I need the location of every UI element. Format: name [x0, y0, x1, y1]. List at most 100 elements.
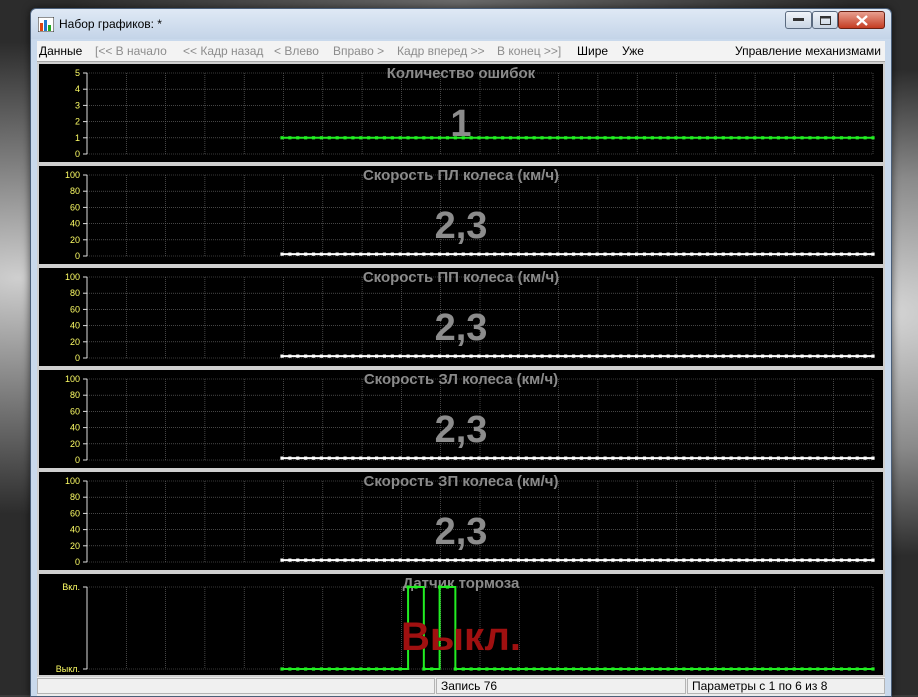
- data-point: [745, 136, 749, 140]
- y-tick-label: 0: [75, 251, 80, 261]
- data-point: [579, 456, 584, 460]
- title-bar[interactable]: Набор графиков: *: [31, 9, 891, 39]
- data-point: [690, 558, 694, 562]
- data-point: [453, 667, 457, 671]
- current-value: 2,3: [435, 307, 488, 349]
- chart-panel-0[interactable]: 5 4 3 2 1 0 Количество ошибок 1: [37, 62, 885, 164]
- data-point: [319, 456, 323, 460]
- data-point: [493, 354, 497, 358]
- data-point: [390, 558, 394, 562]
- data-point: [414, 354, 418, 358]
- menu-item-4[interactable]: Вправо >: [333, 44, 384, 58]
- minimize-button[interactable]: [785, 11, 812, 29]
- data-point: [556, 354, 560, 358]
- data-point: [390, 354, 394, 358]
- chart-panel-5[interactable]: Вкл. Выкл. Датчик тормоза Выкл.: [37, 572, 885, 677]
- data-point: [705, 667, 710, 671]
- status-cell-empty: [37, 678, 435, 694]
- data-point: [296, 136, 300, 140]
- data-point: [516, 354, 520, 358]
- data-point: [374, 136, 379, 140]
- data-point: [658, 456, 662, 460]
- data-point: [311, 667, 316, 671]
- data-point: [705, 354, 710, 358]
- data-point: [792, 667, 796, 671]
- data-point: [288, 667, 292, 671]
- data-point: [548, 667, 552, 671]
- menu-item-5[interactable]: Кадр вперед >>: [397, 44, 485, 58]
- data-point: [721, 667, 725, 671]
- data-point: [619, 252, 623, 256]
- data-point: [493, 136, 497, 140]
- data-point: [682, 354, 686, 358]
- data-point: [855, 667, 859, 671]
- data-point: [808, 456, 812, 460]
- menu-item-mechanisms[interactable]: Управление механизмами: [735, 44, 881, 58]
- chart-panel-4[interactable]: 100 80 60 40 20 0 Скорость ЗП колеса (км/ч) 2,3: [37, 470, 885, 572]
- data-point: [296, 354, 300, 358]
- data-point: [847, 354, 851, 358]
- chart-title: Датчик тормоза: [403, 575, 520, 592]
- data-point: [713, 558, 717, 562]
- data-point: [532, 456, 536, 460]
- data-point: [863, 136, 867, 140]
- data-point: [516, 252, 520, 256]
- data-point: [776, 136, 781, 140]
- data-point: [824, 667, 828, 671]
- data-point: [493, 456, 497, 460]
- data-point: [359, 456, 363, 460]
- menu-item-1[interactable]: [<< В начало: [95, 44, 167, 58]
- chart-title: Скорость ЗЛ колеса (км/ч): [364, 371, 558, 388]
- chart-title: Скорость ПП колеса (км/ч): [363, 269, 559, 286]
- data-point: [438, 456, 442, 460]
- data-point: [674, 252, 678, 256]
- data-point: [619, 667, 623, 671]
- data-point: [729, 354, 733, 358]
- chart-panel-3[interactable]: 100 80 60 40 20 0 Скорость ЗЛ колеса (км/ч) 2,3: [37, 368, 885, 470]
- data-point: [579, 136, 584, 140]
- data-point: [682, 456, 686, 460]
- data-point: [406, 456, 410, 460]
- data-point: [422, 558, 426, 562]
- y-tick-label: 20: [70, 541, 80, 551]
- data-point: [603, 667, 607, 671]
- menu-item-2[interactable]: << Кадр назад: [183, 44, 263, 58]
- data-point: [729, 667, 733, 671]
- data-point: [311, 558, 316, 562]
- y-tick-label: 100: [65, 272, 80, 282]
- menu-item-0[interactable]: Данные: [39, 44, 82, 58]
- data-point: [816, 558, 820, 562]
- data-point: [698, 456, 702, 460]
- chart-panel-2[interactable]: 100 80 60 40 20 0 Скорость ПП колеса (км/ч) 2,3: [37, 266, 885, 368]
- data-point: [611, 354, 615, 358]
- menu-item-7[interactable]: Шире: [577, 44, 608, 58]
- data-point: [422, 667, 426, 671]
- data-point: [445, 456, 450, 460]
- data-point: [792, 252, 796, 256]
- data-point: [304, 456, 308, 460]
- data-point: [390, 252, 394, 256]
- data-point: [280, 354, 284, 358]
- data-point: [839, 456, 844, 460]
- close-button[interactable]: [838, 11, 885, 29]
- maximize-button[interactable]: [812, 11, 838, 29]
- data-point: [374, 354, 379, 358]
- data-point: [548, 456, 552, 460]
- data-point: [808, 558, 812, 562]
- data-point: [761, 136, 765, 140]
- data-point: [532, 558, 536, 562]
- y-tick-label: 1: [75, 133, 80, 143]
- data-point: [422, 136, 426, 140]
- menu-item-8[interactable]: Уже: [622, 44, 644, 58]
- y-tick-label: 5: [75, 68, 80, 78]
- data-point: [367, 558, 371, 562]
- y-tick-label: Вкл.: [62, 582, 80, 592]
- data-point: [761, 667, 765, 671]
- data-point: [682, 667, 686, 671]
- data-point: [390, 136, 394, 140]
- chart-panel-1[interactable]: 100 80 60 40 20 0 Скорость ПЛ колеса (км/ч) 2,3: [37, 164, 885, 266]
- data-point: [382, 354, 387, 358]
- menu-item-3[interactable]: < Влево: [274, 44, 319, 58]
- data-point: [627, 354, 631, 358]
- menu-item-6[interactable]: В конец >>]: [497, 44, 561, 58]
